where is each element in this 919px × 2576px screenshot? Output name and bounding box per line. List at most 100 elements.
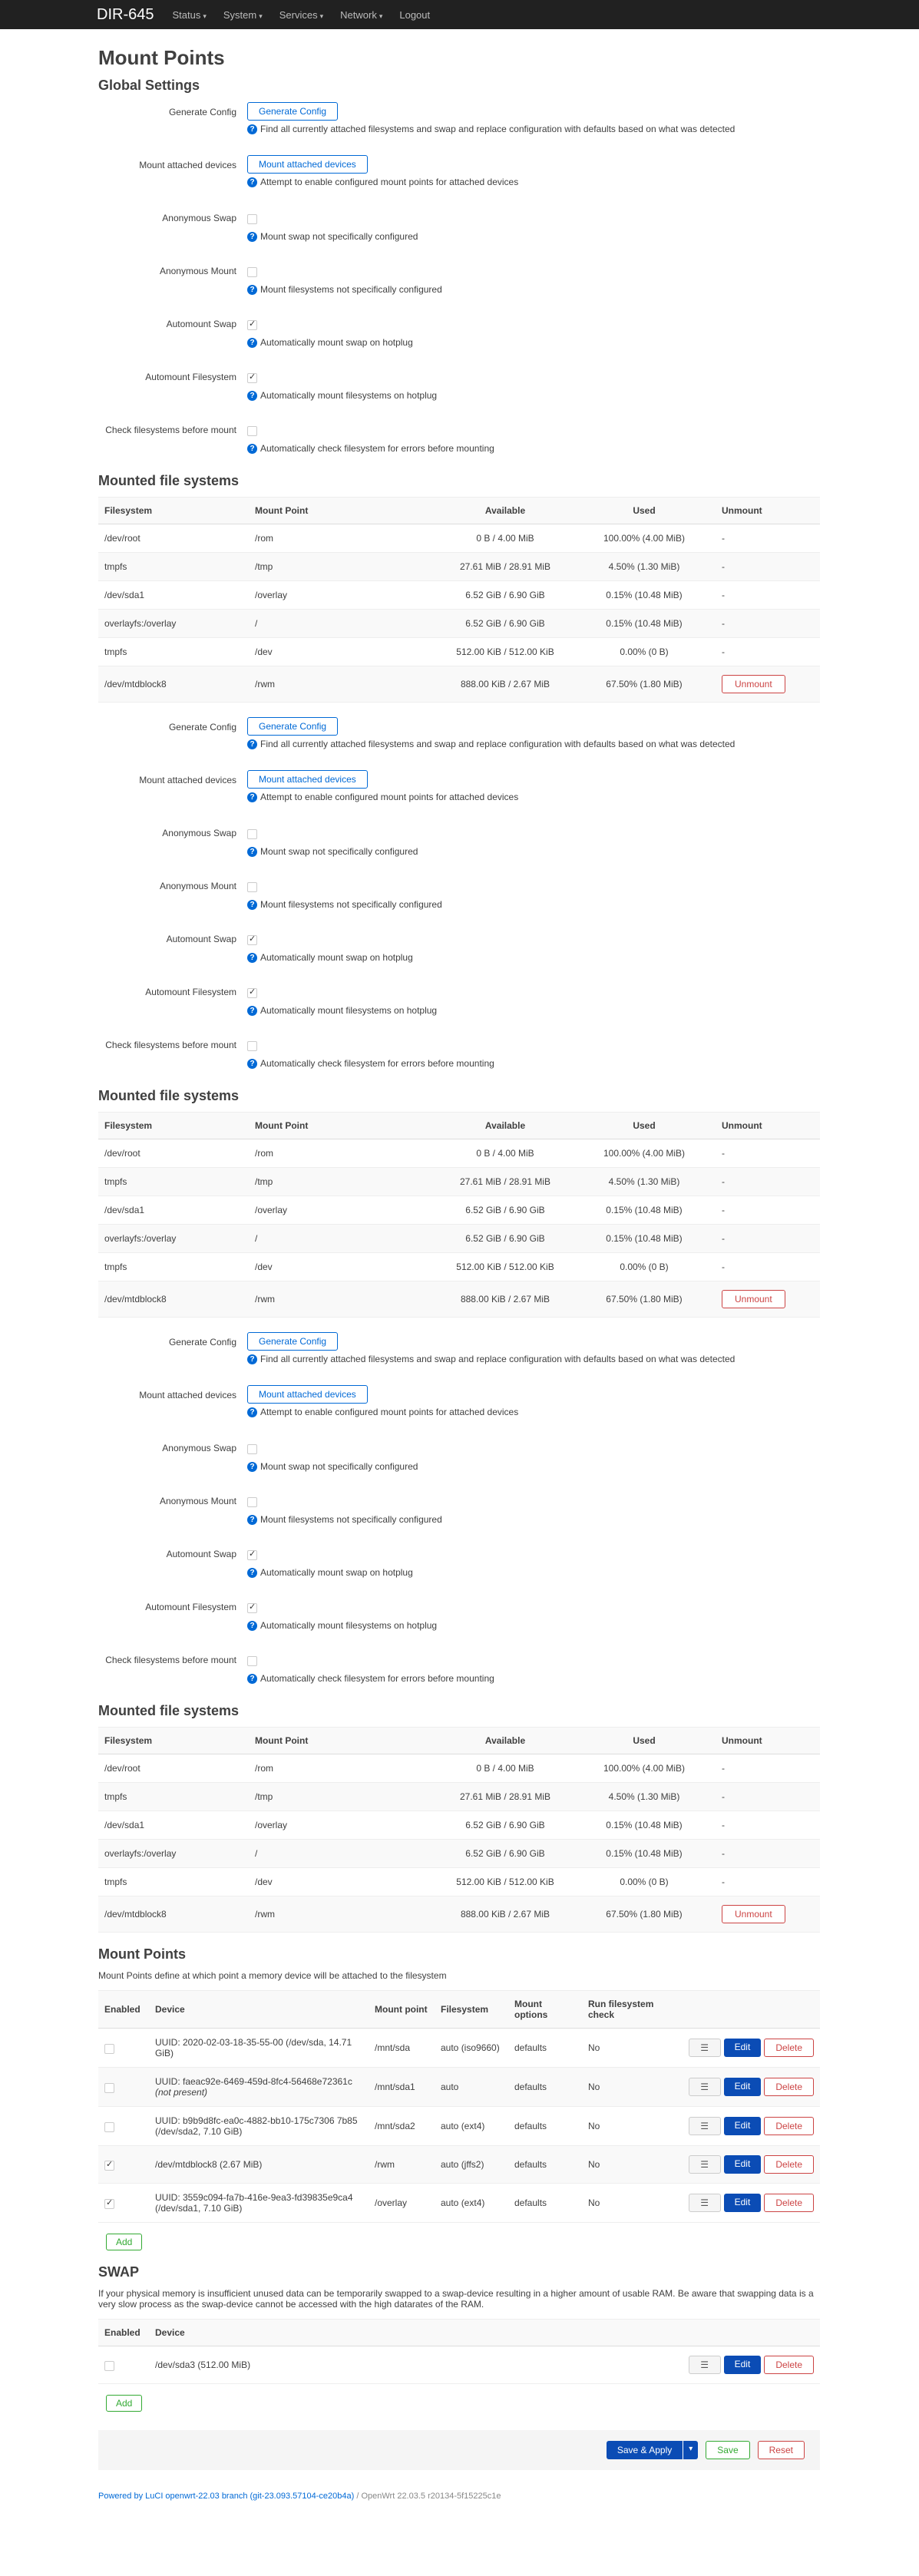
- check-filesystems-checkbox[interactable]: [247, 426, 257, 436]
- delete-button[interactable]: Delete: [764, 2117, 814, 2135]
- delete-button[interactable]: Delete: [764, 2356, 814, 2374]
- cell: -: [716, 1224, 820, 1253]
- cell: tmpfs: [98, 1252, 249, 1281]
- anonymous-mount-checkbox[interactable]: [247, 882, 257, 892]
- mount-enabled-checkbox[interactable]: [104, 2159, 114, 2171]
- anonymous-mount-checkbox[interactable]: [247, 1497, 257, 1507]
- generate-config-button[interactable]: Generate Config: [247, 1332, 339, 1351]
- menu-icon[interactable]: ☰: [688, 2194, 721, 2212]
- cell: /overlay: [249, 1195, 438, 1225]
- mount-attached-hint: Attempt to enable configured mount point…: [260, 1407, 519, 1417]
- edit-button[interactable]: Edit: [723, 2194, 762, 2212]
- automount-swap-checkbox[interactable]: [247, 934, 257, 945]
- brand-logo[interactable]: DIR-645: [97, 6, 154, 24]
- cell: tmpfs: [98, 1782, 249, 1811]
- cell: /rwm: [249, 1896, 438, 1933]
- automount-swap-checkbox[interactable]: [247, 319, 257, 330]
- setting-check-filesystems: Check filesystems before mount? Automatic…: [98, 1648, 820, 1694]
- add-swap-button[interactable]: Add: [106, 2395, 143, 2412]
- luci-link[interactable]: Powered by LuCI openwrt-22.03 branch (gi…: [98, 2492, 354, 2501]
- cell: /overlay: [249, 1810, 438, 1840]
- edit-button[interactable]: Edit: [723, 2039, 762, 2057]
- save-apply-button[interactable]: Save & Apply: [606, 2441, 683, 2459]
- mount-attached-button[interactable]: Mount attached devices: [247, 155, 368, 174]
- table-row: /dev/root/rom 0 B / 4.00 MiB 100.00% (4.00…: [98, 1754, 820, 1783]
- delete-button[interactable]: Delete: [764, 2039, 814, 2057]
- add-mount-button[interactable]: Add: [106, 2234, 143, 2250]
- cell: 0 B / 4.00 MiB: [438, 1139, 573, 1168]
- cell: /dev: [249, 1867, 438, 1896]
- mount-check: No: [582, 2145, 679, 2184]
- table-row: /dev/root/rom 0 B / 4.00 MiB 100.00% (4.00…: [98, 1139, 820, 1168]
- cell: /: [249, 1839, 438, 1868]
- mount-enabled-checkbox[interactable]: [104, 2083, 114, 2093]
- mount-device: UUID: b9b9d8fc-ea0c-4882-bb10-175c7306 7…: [149, 2106, 369, 2146]
- anonymous-swap-checkbox[interactable]: [247, 214, 257, 224]
- help-icon: ?: [247, 739, 257, 749]
- menu-icon[interactable]: ☰: [688, 2078, 721, 2096]
- help-icon: ?: [247, 1058, 257, 1069]
- reset-button[interactable]: Reset: [757, 2441, 805, 2459]
- generate-config-label: Generate Config: [168, 107, 236, 117]
- nav-status[interactable]: Status ▾: [172, 9, 206, 21]
- anonymous-mount-label: Anonymous Mount: [159, 266, 236, 276]
- menu-icon[interactable]: ☰: [688, 2039, 721, 2057]
- menu-icon[interactable]: ☰: [688, 2356, 721, 2374]
- page-footer: Powered by LuCI openwrt-22.03 branch (gi…: [98, 2492, 501, 2501]
- edit-button[interactable]: Edit: [723, 2078, 762, 2096]
- save-button[interactable]: Save: [706, 2441, 750, 2459]
- automount-filesystem-checkbox[interactable]: [247, 987, 257, 998]
- generate-config-button[interactable]: Generate Config: [247, 102, 339, 121]
- edit-button[interactable]: Edit: [723, 2155, 762, 2174]
- cell: /dev/sda1: [98, 580, 249, 610]
- automount-filesystem-label: Automount Filesystem: [145, 372, 236, 382]
- caret-icon: ▾: [379, 12, 383, 20]
- anonymous-swap-checkbox[interactable]: [247, 829, 257, 839]
- cell: /dev/sda1: [98, 1195, 249, 1225]
- generate-config-label: Generate Config: [168, 1337, 236, 1348]
- delete-button[interactable]: Delete: [764, 2155, 814, 2174]
- cell: 888.00 KiB / 2.67 MiB: [438, 1896, 573, 1933]
- anonymous-swap-checkbox[interactable]: [247, 1444, 257, 1454]
- automount-filesystem-checkbox[interactable]: [247, 1602, 257, 1613]
- cell: 0.15% (10.48 MiB): [573, 580, 716, 610]
- automount-filesystem-checkbox[interactable]: [247, 372, 257, 383]
- check-filesystems-checkbox[interactable]: [247, 1041, 257, 1051]
- apply-dropdown-icon[interactable]: ▾: [683, 2441, 699, 2459]
- unmount-button[interactable]: Unmount: [722, 675, 785, 693]
- mount-enabled-checkbox[interactable]: [104, 2197, 114, 2209]
- check-filesystems-hint: Automatically check filesystem for error…: [260, 1058, 494, 1069]
- swap-enabled-checkbox[interactable]: [104, 2361, 114, 2371]
- nav-services[interactable]: Services ▾: [279, 9, 323, 21]
- generate-config-button[interactable]: Generate Config: [247, 717, 339, 736]
- anonymous-mount-checkbox[interactable]: [247, 267, 257, 277]
- menu-icon[interactable]: ☰: [688, 2155, 721, 2174]
- edit-button[interactable]: Edit: [723, 2356, 762, 2374]
- help-icon: ?: [247, 284, 257, 295]
- cell: /rwm: [249, 1281, 438, 1318]
- setting-mount-attached: Mount attached devices Mount attached dev…: [98, 1383, 820, 1429]
- unmount-button[interactable]: Unmount: [722, 1905, 785, 1923]
- delete-button[interactable]: Delete: [764, 2194, 814, 2212]
- cell: /rom: [249, 1754, 438, 1783]
- nav-system[interactable]: System ▾: [223, 9, 263, 21]
- table-row: tmpfs/dev 512.00 KiB / 512.00 KiB 0.00% (0…: [98, 637, 820, 666]
- automount-swap-checkbox[interactable]: [247, 1549, 257, 1560]
- automount-swap-label: Automount Swap: [166, 319, 236, 329]
- table-row: UUID: 2020-02-03-18-35-55-00 (/dev/sda, …: [98, 2028, 820, 2068]
- delete-button[interactable]: Delete: [764, 2078, 814, 2096]
- nav-logout[interactable]: Logout: [399, 9, 430, 21]
- menu-icon[interactable]: ☰: [688, 2117, 721, 2135]
- mount-enabled-checkbox[interactable]: [104, 2122, 114, 2132]
- mount-enabled-checkbox[interactable]: [104, 2044, 114, 2054]
- edit-button[interactable]: Edit: [723, 2117, 762, 2135]
- unmount-button[interactable]: Unmount: [722, 1290, 785, 1308]
- nav-network[interactable]: Network ▾: [340, 9, 382, 21]
- mount-device: UUID: 3559c094-fa7b-416e-9ea3-fd39835e9c…: [149, 2183, 369, 2223]
- anonymous-mount-hint: Mount filesystems not specifically confi…: [260, 1514, 442, 1525]
- mount-attached-button[interactable]: Mount attached devices: [247, 770, 368, 789]
- table-row: overlayfs:/overlay/6.52 GiB / 6.90 GiB 0.…: [98, 609, 820, 638]
- mount-attached-button[interactable]: Mount attached devices: [247, 1385, 368, 1404]
- col-header: Filesystem: [98, 1727, 249, 1754]
- check-filesystems-checkbox[interactable]: [247, 1656, 257, 1666]
